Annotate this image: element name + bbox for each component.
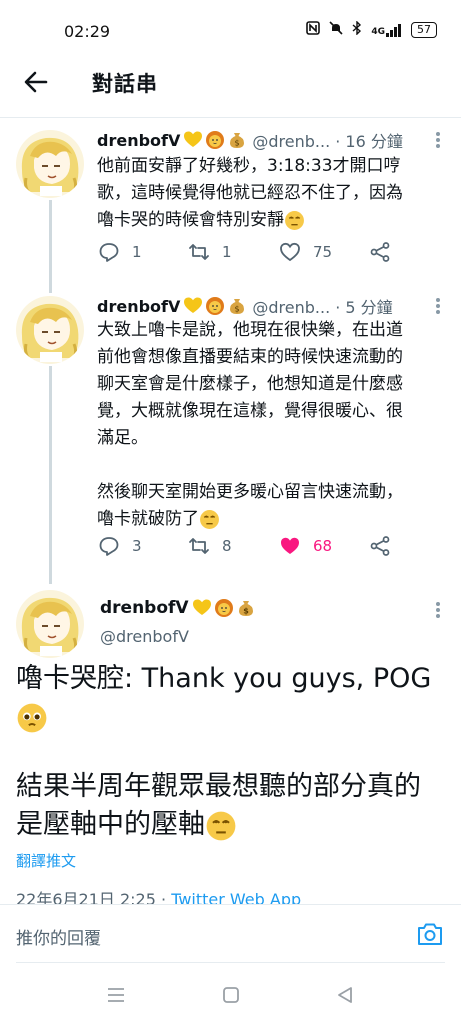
tweet-header: drenbofV @drenb... · 16 分鐘 [97, 128, 403, 152]
tweet-meta: 22年6月21日 2:25 · Twitter Web App [16, 886, 301, 904]
retweet-icon [189, 244, 209, 260]
reply-button[interactable]: 1 [98, 241, 142, 263]
tweet-line: 他前面安靜了好幾秒，3:18:33才開口哼 [97, 156, 401, 176]
tweet-source[interactable]: Twitter Web App [171, 890, 301, 904]
tweet-line: 歌，這時候覺得他就已經忍不住了，因為 [97, 183, 403, 203]
handle-time: @drenb... · 16 分鐘 [252, 132, 403, 151]
tweet-text: 他前面安靜了好幾秒，3:18:33才開口哼 歌，這時候覺得他就已經忍不住了，因為… [97, 153, 442, 234]
tweet-line: 覺，大概就像現在這樣，覺得很暖心、很 [97, 401, 403, 421]
reply-count: 1 [132, 243, 142, 261]
pleading-face-emoji-icon [16, 702, 48, 734]
display-name: drenbofV [100, 598, 189, 618]
tweet-actions: 1 1 75 [98, 241, 398, 269]
main-tweet-author[interactable]: drenbofV [100, 598, 256, 618]
more-icon[interactable] [435, 600, 441, 620]
back-arrow-icon[interactable] [22, 68, 50, 96]
tweet-line: 是壓軸中的壓軸 [16, 809, 205, 840]
reply-button[interactable]: 3 [98, 535, 142, 557]
share-button[interactable] [369, 241, 391, 263]
tweet-line: 滿足。 [97, 428, 148, 448]
tweet-line: 嚕卡哭腔: Thank you guys, POG [16, 663, 432, 694]
like-button[interactable]: 75 [279, 241, 332, 263]
lion-icon [205, 130, 225, 150]
retweet-button[interactable]: 1 [188, 241, 232, 263]
network-type: 4G [371, 26, 385, 37]
yellow-heart-icon [183, 296, 203, 316]
header-divider [0, 117, 461, 118]
yellow-heart-icon [183, 130, 203, 150]
share-button[interactable] [369, 535, 391, 557]
thread-line [49, 200, 52, 293]
money-bag-icon [227, 130, 247, 150]
battery-icon: 57 [411, 22, 437, 38]
nav-back-icon[interactable] [334, 984, 356, 1006]
tweet-line: 前他會想像直播要結束的時候快速流動的 [97, 347, 403, 367]
retweet-count: 1 [222, 243, 232, 261]
tweet-line: 結果半周年觀眾最想聽的部分真的 [16, 771, 421, 802]
display-name[interactable]: drenbofV [97, 131, 180, 150]
tweet-header: drenbofV @drenb... · 5 分鐘 [97, 294, 393, 318]
tweet-line: 然後聊天室開始更多暖心留言快速流動， [97, 482, 403, 502]
more-icon[interactable] [435, 296, 441, 316]
handle-time: @drenb... · 5 分鐘 [252, 298, 393, 317]
heart-icon [281, 537, 299, 554]
nav-home-icon[interactable] [220, 984, 242, 1006]
like-count: 68 [313, 537, 333, 555]
main-tweet-text: 結果半周年觀眾最想聽的部分真的 是壓軸中的壓軸 [16, 768, 446, 844]
avatar[interactable] [16, 130, 84, 198]
reply-count: 3 [132, 537, 142, 555]
camera-icon[interactable] [415, 919, 445, 949]
money-bag-icon [236, 598, 256, 618]
page-title: 對話串 [92, 72, 158, 96]
status-bar: 02:29 4G 57 [0, 0, 461, 62]
tweet-date: 22年6月21日 2:25 · [16, 890, 172, 904]
tweet-text: 大致上嚕卡是說，他現在很快樂，在出道 前他會想像直播要結束的時候快速流動的 聊天… [97, 317, 442, 533]
eye-roll-emoji-icon [199, 509, 220, 530]
display-name[interactable]: drenbofV [97, 297, 180, 316]
tweet-line: 大致上嚕卡是說，他現在很快樂，在出道 [97, 320, 403, 340]
reply-icon [99, 537, 119, 556]
nfc-icon [306, 21, 321, 39]
status-icons: 4G 57 [306, 20, 437, 39]
more-icon[interactable] [435, 130, 441, 150]
retweet-count: 8 [222, 537, 232, 555]
tweet-line: 嚕卡哭的時候會特別安靜 [97, 210, 284, 230]
bluetooth-icon [352, 20, 362, 39]
signal-icon: 4G [371, 23, 402, 37]
like-count: 75 [313, 243, 333, 261]
nav-menu-icon[interactable] [105, 984, 127, 1006]
tweet-actions: 3 8 68 [98, 535, 398, 563]
app-header: 對話串 [0, 62, 461, 102]
lion-icon [205, 296, 225, 316]
reply-icon [99, 243, 119, 262]
status-time: 02:29 [64, 22, 111, 41]
thread-line [49, 366, 52, 584]
avatar[interactable] [16, 296, 84, 364]
avatar[interactable] [16, 590, 84, 658]
reply-input[interactable]: 推你的回覆 [16, 924, 101, 949]
yellow-heart-icon [192, 598, 212, 618]
share-icon [370, 242, 390, 262]
handle[interactable]: @drenbofV [100, 627, 189, 646]
retweet-icon [189, 538, 209, 554]
money-bag-icon [227, 296, 247, 316]
eye-roll-emoji-icon [284, 210, 305, 231]
share-icon [370, 536, 390, 556]
retweet-button[interactable]: 8 [188, 535, 232, 557]
lion-icon [214, 598, 234, 618]
main-tweet-text: 嚕卡哭腔: Thank you guys, POG [16, 660, 446, 736]
tweet-line: 聊天室會是什麼樣子，他想知道是什麼感 [97, 374, 403, 394]
like-button[interactable]: 68 [279, 535, 332, 557]
heart-icon [280, 242, 300, 262]
translate-link[interactable]: 翻譯推文 [16, 850, 76, 871]
eye-roll-emoji-icon [205, 810, 237, 842]
tweet-line: 嚕卡就破防了 [97, 509, 199, 529]
system-nav-bar [0, 964, 461, 1024]
reply-bar: 推你的回覆 [0, 904, 461, 964]
mute-icon [329, 21, 343, 39]
